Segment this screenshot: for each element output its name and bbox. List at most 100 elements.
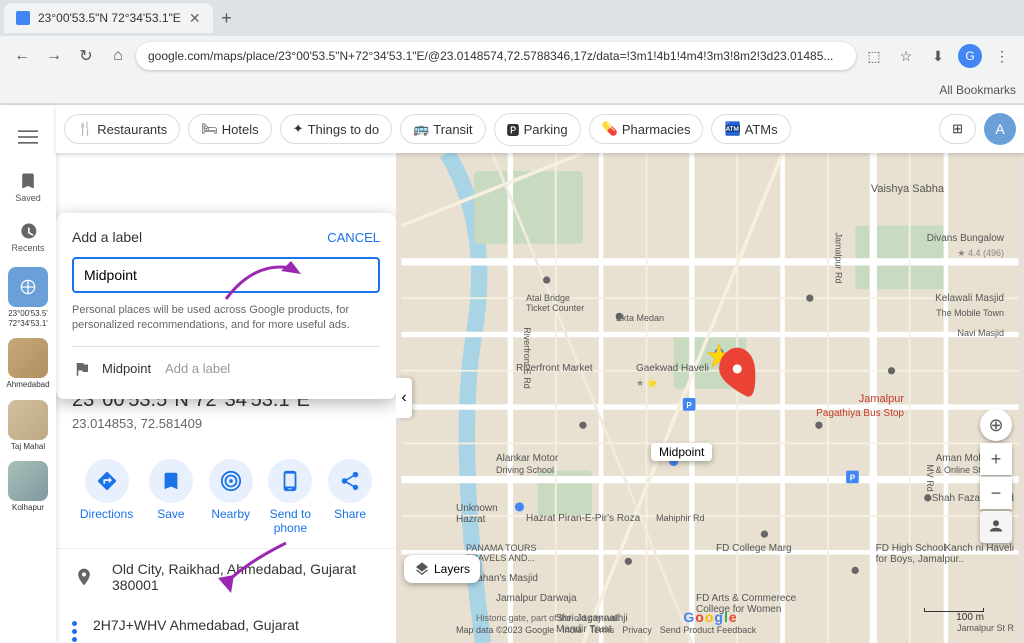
active-tab[interactable]: 23°00'53.5"N 72°34'53.1"E ✕ <box>4 3 213 33</box>
bookmark-star-button[interactable]: ☆ <box>892 42 920 70</box>
map-zoom-out-button[interactable]: − <box>980 477 1012 509</box>
things-icon: ✦ <box>293 121 304 137</box>
scale-label: 100 m <box>956 612 984 623</box>
google-logo: G o o g l e <box>683 609 736 625</box>
extensions-button[interactable]: ⬚ <box>860 42 888 70</box>
place-flag-icon <box>72 359 92 379</box>
sidebar-place-coords[interactable]: 23°00'53.5'72°34'53.1' <box>4 263 52 332</box>
filter-parking[interactable]: 🅿 Parking <box>494 113 581 146</box>
plus-code-text: 2H7J+WHV Ahmedabad, Gujarat <box>93 617 299 633</box>
map-label-jamalpur-darwaja: Jamalpur Darwaja <box>496 593 577 604</box>
things-label: Things to do <box>308 122 380 137</box>
home-button[interactable]: ⌂ <box>104 42 132 70</box>
nearby-button[interactable]: Nearby <box>209 459 253 536</box>
map-label-vaishya: Vaishya Sabha <box>871 183 944 195</box>
map-label-piran: Hazrat Piran-E-Pir's Roza <box>526 513 640 524</box>
send-to-phone-button[interactable]: Send tophone <box>268 459 312 536</box>
midpoint-label: Midpoint <box>651 443 712 461</box>
filter-restaurants[interactable]: 🍴 Restaurants <box>64 114 180 144</box>
restaurants-icon: 🍴 <box>77 121 93 137</box>
map-svg: P P <box>396 153 1024 643</box>
sidebar-place-ahmedabad[interactable]: Ahmedabad <box>4 334 52 394</box>
map-label-pagathiya: Pagathiya Bus Stop <box>816 408 904 419</box>
grid-view-button[interactable]: ⊞ <box>939 114 976 144</box>
coords-panel: 23°00'53.5"N 72°34'53.1"E 23.014853, 72.… <box>56 373 396 643</box>
map-label-ekta: Ekta Medan <box>616 313 664 323</box>
profile-button[interactable]: G <box>956 42 984 70</box>
share-button[interactable]: Share <box>328 459 372 536</box>
tab-bar: 23°00'53.5"N 72°34'53.1"E ✕ + <box>0 0 1024 36</box>
share-icon-circle <box>328 459 372 503</box>
place-taj-mahal-label: Taj Mahal <box>11 442 45 452</box>
sidebar-place-kolhapur[interactable]: Kolhapur <box>4 457 52 517</box>
info-row-plus-code[interactable]: 2H7J+WHV Ahmedabad, Gujarat <box>56 605 396 643</box>
map-label-jamalpur: Jamalpur <box>859 393 904 405</box>
map-label-unknown: UnknownHazrat <box>456 503 498 525</box>
popup-cancel-button[interactable]: CANCEL <box>327 230 380 245</box>
back-button[interactable]: ← <box>8 42 36 70</box>
map-area[interactable]: P P <box>396 153 1024 643</box>
send-phone-label: Send tophone <box>270 507 311 536</box>
map-label-atal: Atal BridgeTicket Counter <box>526 293 584 313</box>
new-tab-button[interactable]: + <box>213 4 241 32</box>
svg-text:P: P <box>686 401 692 410</box>
sidebar-place-taj-mahal[interactable]: Taj Mahal <box>4 396 52 456</box>
attribution-privacy[interactable]: Privacy <box>622 625 652 635</box>
filter-pharmacies[interactable]: 💊 Pharmacies <box>589 114 704 144</box>
refresh-button[interactable]: ↻ <box>72 42 100 70</box>
map-label-divans-rating: ★ 4.4 (496) <box>957 248 1004 259</box>
place-coords-label: 23°00'53.5'72°34'53.1' <box>8 309 48 328</box>
restaurants-label: Restaurants <box>97 122 167 137</box>
menu-button[interactable]: ⋮ <box>988 42 1016 70</box>
directions-button[interactable]: Directions <box>80 459 133 536</box>
transit-icon: 🚌 <box>413 121 429 137</box>
app-area: Saved Recents 23°00'53.5'72°34'53.1' Ahm… <box>0 105 1024 643</box>
map-label-alankar: Alankar Motor <box>496 453 558 464</box>
map-compass-button[interactable]: ⊕ <box>980 409 1012 441</box>
popup-place-action[interactable]: Add a label <box>165 361 230 376</box>
location-pin-icon <box>72 565 96 589</box>
map-label-driving: Driving School <box>496 465 554 475</box>
collapse-panel-button[interactable]: ‹ <box>396 378 412 418</box>
parking-icon: 🅿 <box>507 120 520 139</box>
nearby-icon-circle <box>209 459 253 503</box>
map-zoom-in-button[interactable]: + <box>980 443 1012 475</box>
download-button[interactable]: ⬇ <box>924 42 952 70</box>
all-bookmarks-label[interactable]: All Bookmarks <box>939 83 1016 97</box>
map-controls: ⊕ + − <box>980 409 1012 543</box>
filter-atms[interactable]: 🏧 ATMs <box>711 114 790 144</box>
filter-transit[interactable]: 🚌 Transit <box>400 114 485 144</box>
sidebar-item-recents[interactable]: Recents <box>4 213 52 261</box>
attribution-terms[interactable]: Terms <box>590 625 615 635</box>
tab-close-button[interactable]: ✕ <box>189 10 201 27</box>
map-streetview-button[interactable] <box>980 511 1012 543</box>
nearby-label: Nearby <box>211 507 250 521</box>
attribution-feedback[interactable]: Send Product Feedback <box>660 625 757 635</box>
layers-button[interactable]: Layers <box>404 555 480 583</box>
sidebar-recents-label: Recents <box>11 243 44 254</box>
transit-label: Transit <box>433 122 472 137</box>
tab-favicon <box>16 11 30 25</box>
save-button[interactable]: Save <box>149 459 193 536</box>
hotels-icon: 🛏 <box>201 121 218 137</box>
user-avatar[interactable]: A <box>984 113 1016 145</box>
map-label-fd-high: FD High Schoolfor Boys, Jamalpur.. <box>876 543 964 565</box>
sidebar-item-saved[interactable]: Saved <box>4 163 52 211</box>
map-label-divans: Divans Bungalow <box>927 233 1004 244</box>
attribution-india[interactable]: India <box>562 625 582 635</box>
label-input[interactable] <box>72 257 380 293</box>
popup-place-row: Midpoint Add a label <box>72 355 380 383</box>
popup-title: Add a label <box>72 229 142 245</box>
address-bar[interactable] <box>136 42 856 70</box>
map-label-gaekwad: Gaekwad Haveli <box>636 363 709 374</box>
hotels-label: Hotels <box>222 122 259 137</box>
filter-things-to-do[interactable]: ✦ Things to do <box>280 114 392 144</box>
nav-icons: ⬚ ☆ ⬇ G ⋮ <box>860 42 1016 70</box>
scale-bar: 100 m <box>924 608 984 623</box>
sidebar-menu-button[interactable] <box>4 113 52 161</box>
filter-hotels[interactable]: 🛏 Hotels <box>188 114 271 144</box>
forward-button[interactable]: → <box>40 42 68 70</box>
info-row-address[interactable]: Old City, Raikhad, Ahmedabad, Gujarat 38… <box>56 548 396 605</box>
map-label-jamalpur-rd: Jamalpur Rd <box>833 232 843 283</box>
info-panel: Add a label CANCEL Personal places will … <box>56 153 396 643</box>
